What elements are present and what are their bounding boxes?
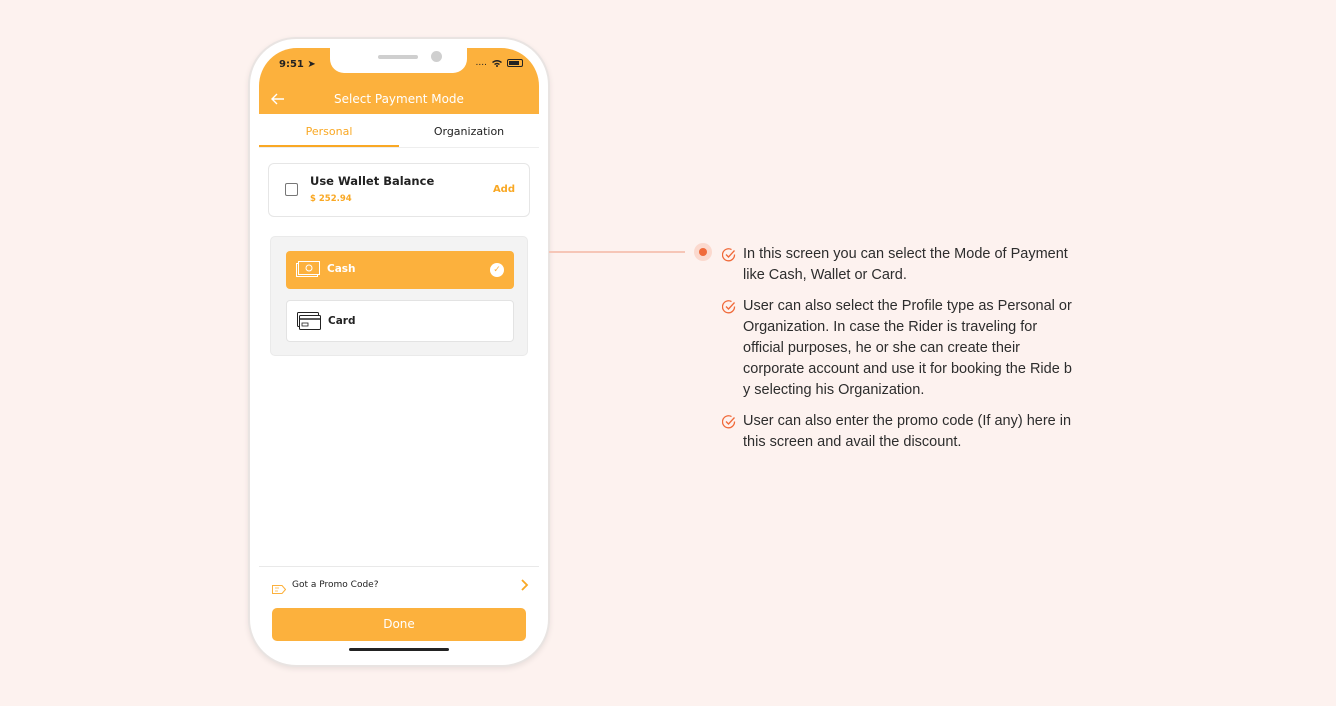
check-icon: ✓: [490, 263, 504, 277]
payment-option-label: Cash: [327, 263, 356, 275]
connector-dot-center: [699, 248, 707, 256]
profile-tabs: Personal Organization: [259, 114, 539, 148]
wallet-balance-card: Use Wallet Balance $ 252.94 Add: [268, 163, 530, 217]
speaker: [378, 55, 418, 59]
list-item: User can also select the Profile type as…: [721, 296, 1082, 401]
list-item-text: User can also enter the promo code (If a…: [743, 413, 1072, 450]
wallet-checkbox[interactable]: [285, 183, 298, 196]
tag-icon: [272, 579, 287, 598]
card-icon: [297, 312, 321, 334]
payment-options: Cash ✓ Card: [270, 236, 528, 356]
signal-icon: ....: [475, 58, 487, 68]
list-item: In this screen you can select the Mode o…: [721, 244, 1082, 286]
promo-code-label: Got a Promo Code?: [292, 580, 379, 590]
check-circle-icon: [721, 414, 736, 433]
phone-screen: 9:51 ➤ .... Select Payment Mode Personal…: [259, 48, 539, 656]
feature-list: In this screen you can select the Mode o…: [721, 244, 1082, 463]
wallet-amount: $ 252.94: [310, 194, 352, 204]
tab-personal[interactable]: Personal: [259, 114, 399, 147]
phone-notch: [330, 48, 467, 73]
top-bar: 9:51 ➤ .... Select Payment Mode: [259, 48, 539, 114]
battery-icon: [507, 59, 523, 67]
check-circle-icon: [721, 299, 736, 318]
phone-mockup: 9:51 ➤ .... Select Payment Mode Personal…: [248, 37, 550, 667]
page-title: Select Payment Mode: [334, 92, 464, 106]
promo-code-row[interactable]: Got a Promo Code?: [259, 566, 539, 606]
cash-icon: [296, 261, 320, 282]
home-indicator: [349, 648, 449, 651]
tab-organization[interactable]: Organization: [399, 114, 539, 147]
status-time-text: 9:51: [279, 59, 304, 70]
status-time: 9:51 ➤: [279, 59, 316, 70]
payment-option-card[interactable]: Card: [286, 300, 514, 342]
connector-line: [549, 251, 685, 253]
chevron-right-icon: [521, 575, 529, 595]
status-icons: ....: [476, 58, 523, 68]
location-arrow-icon: ➤: [307, 59, 316, 70]
done-button[interactable]: Done: [272, 608, 526, 641]
list-item: User can also enter the promo code (If a…: [721, 411, 1082, 453]
list-item-text: In this screen you can select the Mode o…: [743, 246, 1068, 283]
payment-option-label: Card: [328, 315, 356, 327]
camera: [431, 51, 442, 62]
add-wallet-button[interactable]: Add: [493, 184, 515, 195]
payment-option-cash[interactable]: Cash ✓: [286, 251, 514, 289]
check-circle-icon: [721, 247, 736, 266]
list-item-text: User can also select the Profile type as…: [743, 298, 1072, 398]
wifi-icon: [492, 60, 502, 67]
wallet-title: Use Wallet Balance: [310, 174, 435, 188]
connector-dot: [694, 243, 712, 261]
